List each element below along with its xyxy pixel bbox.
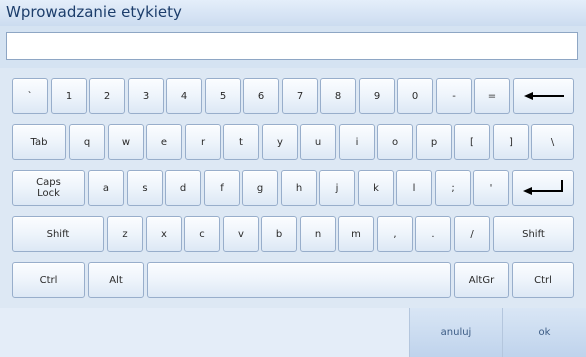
label-entry-dialog: Wprowadzanie etykiety ` 1 2 3 4 5 6 7 8 … [0, 0, 586, 357]
enter-arrow-icon [523, 180, 563, 196]
window-title: Wprowadzanie etykiety [6, 3, 182, 21]
key-r[interactable]: r [185, 124, 221, 160]
key-w[interactable]: w [108, 124, 144, 160]
key-f[interactable]: f [204, 170, 240, 206]
key-u[interactable]: u [300, 124, 336, 160]
key-o[interactable]: o [377, 124, 413, 160]
key-x[interactable]: x [146, 216, 182, 252]
key-n[interactable]: n [300, 216, 336, 252]
key-left-bracket[interactable]: [ [454, 124, 490, 160]
key-backtick[interactable]: ` [12, 78, 48, 114]
key-slash[interactable]: / [454, 216, 490, 252]
key-v[interactable]: v [223, 216, 259, 252]
key-b[interactable]: b [261, 216, 297, 252]
key-0[interactable]: 0 [397, 78, 433, 114]
key-h[interactable]: h [281, 170, 317, 206]
key-k[interactable]: k [358, 170, 394, 206]
key-space[interactable] [147, 262, 451, 298]
key-z[interactable]: z [107, 216, 143, 252]
key-1[interactable]: 1 [51, 78, 87, 114]
key-right-ctrl[interactable]: Ctrl [512, 262, 574, 298]
key-i[interactable]: i [339, 124, 375, 160]
key-comma[interactable]: , [377, 216, 413, 252]
key-7[interactable]: 7 [282, 78, 318, 114]
key-m[interactable]: m [338, 216, 374, 252]
key-e[interactable]: e [146, 124, 182, 160]
key-caps-lock[interactable]: Caps Lock [12, 170, 85, 206]
key-y[interactable]: y [262, 124, 298, 160]
key-6[interactable]: 6 [243, 78, 279, 114]
key-equals[interactable]: = [474, 78, 510, 114]
input-area [0, 26, 586, 68]
key-q[interactable]: q [69, 124, 105, 160]
key-backspace[interactable] [513, 78, 574, 114]
ok-button[interactable]: ok [502, 308, 586, 357]
key-l[interactable]: l [396, 170, 432, 206]
key-right-bracket[interactable]: ] [493, 124, 529, 160]
key-alt[interactable]: Alt [88, 262, 144, 298]
key-minus[interactable]: - [436, 78, 472, 114]
key-left-shift[interactable]: Shift [12, 216, 104, 252]
key-apostrophe[interactable]: ' [473, 170, 509, 206]
key-right-shift[interactable]: Shift [493, 216, 574, 252]
key-j[interactable]: j [319, 170, 355, 206]
key-3[interactable]: 3 [128, 78, 164, 114]
key-left-ctrl[interactable]: Ctrl [12, 262, 85, 298]
key-t[interactable]: t [223, 124, 259, 160]
label-text-input[interactable] [6, 32, 578, 60]
key-5[interactable]: 5 [205, 78, 241, 114]
key-4[interactable]: 4 [166, 78, 202, 114]
key-c[interactable]: c [184, 216, 220, 252]
title-bar: Wprowadzanie etykiety [0, 0, 586, 27]
backspace-arrow-icon [523, 91, 564, 101]
key-p[interactable]: p [416, 124, 452, 160]
key-backslash[interactable]: \ [531, 124, 574, 160]
key-s[interactable]: s [127, 170, 163, 206]
key-8[interactable]: 8 [320, 78, 356, 114]
key-g[interactable]: g [242, 170, 278, 206]
key-tab[interactable]: Tab [12, 124, 66, 160]
key-period[interactable]: . [415, 216, 451, 252]
on-screen-keyboard: ` 1 2 3 4 5 6 7 8 9 0 - = Tab q w e r t … [0, 68, 586, 308]
key-9[interactable]: 9 [359, 78, 395, 114]
cancel-button[interactable]: anuluj [409, 308, 502, 357]
key-semicolon[interactable]: ; [435, 170, 471, 206]
key-altgr[interactable]: AltGr [454, 262, 509, 298]
key-a[interactable]: a [88, 170, 124, 206]
key-2[interactable]: 2 [89, 78, 125, 114]
dialog-button-bar: anuluj ok [0, 308, 586, 357]
key-enter[interactable] [512, 170, 574, 206]
key-d[interactable]: d [165, 170, 201, 206]
